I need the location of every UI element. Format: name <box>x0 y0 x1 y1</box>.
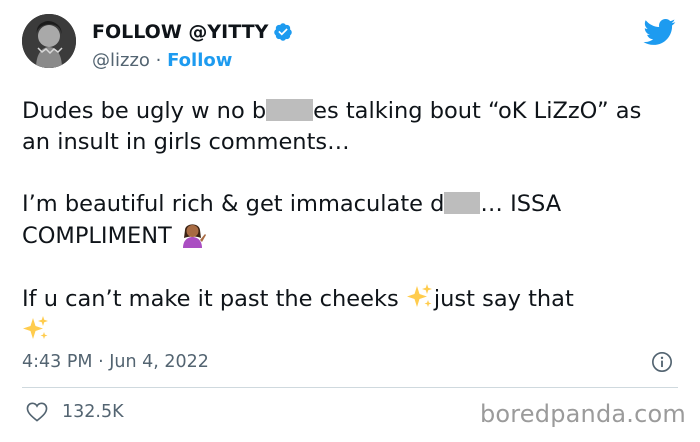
tweet-text: Dudes be ugly w no b es talking bout “oK … <box>22 96 672 347</box>
tweet-paragraph-2: I’m beautiful rich & get immaculate d… I… <box>22 189 672 252</box>
redaction-block <box>266 99 314 121</box>
avatar[interactable] <box>22 14 76 68</box>
woman-tipping-hand-emoji <box>182 224 206 248</box>
verified-badge-icon <box>274 23 293 41</box>
follow-button[interactable]: Follow <box>167 50 232 71</box>
handle-separator: · <box>149 50 168 71</box>
tweet-text-segment: I’m beautiful rich & get immaculate d <box>22 191 445 217</box>
info-icon[interactable] <box>651 351 673 373</box>
like-count: 132.5K <box>62 402 124 422</box>
author-handle-row: @lizzo · Follow <box>92 50 232 71</box>
watermark: boredpanda.com <box>479 400 686 428</box>
tweet-text-segment: Dudes be ugly w no b <box>22 98 267 124</box>
sparkles-icon <box>406 284 432 307</box>
tweet-paragraph-3: If u can’t make it past the cheeks just … <box>22 283 672 347</box>
author-name-row[interactable]: FOLLOW @YITTY <box>92 21 293 43</box>
like-button[interactable]: 132.5K <box>26 402 124 422</box>
tweet-text-segment: just say that <box>433 286 574 312</box>
sparkles-icon <box>23 316 48 339</box>
redaction-block <box>444 192 481 214</box>
divider <box>22 387 678 388</box>
tweet-text-segment: If u can’t make it past the cheeks <box>22 286 406 312</box>
tweet-timestamp[interactable]: 4:43 PM · Jun 4, 2022 <box>22 352 209 372</box>
tweet-paragraph-1: Dudes be ugly w no b es talking bout “oK … <box>22 96 672 158</box>
avatar-image <box>22 14 76 68</box>
twitter-bird-icon[interactable] <box>642 18 676 46</box>
heart-icon <box>26 402 48 422</box>
display-name[interactable]: FOLLOW @YITTY <box>92 21 268 43</box>
author-handle[interactable]: @lizzo <box>92 50 150 71</box>
